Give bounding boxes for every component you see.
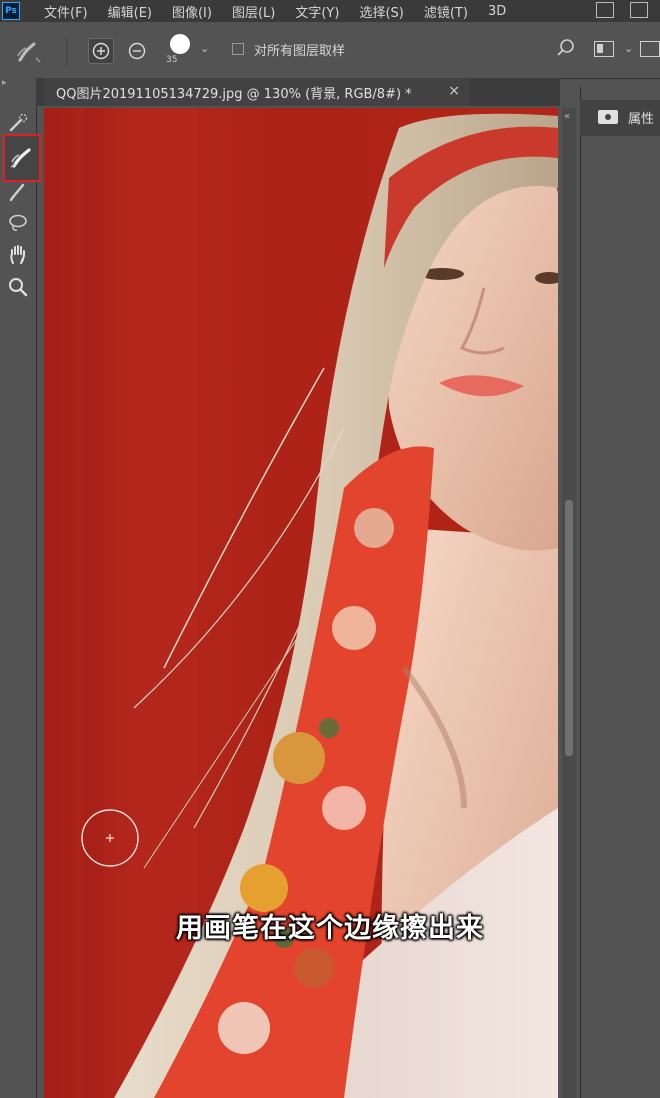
expand-detection-area-button[interactable]: [88, 38, 114, 64]
properties-panel-title: 属性: [628, 112, 655, 127]
close-icon[interactable]: ×: [448, 83, 460, 99]
menu-edit[interactable]: 编辑(E): [108, 2, 152, 21]
menu-select[interactable]: 选择(S): [359, 2, 403, 21]
search-icon[interactable]: [556, 38, 576, 62]
menu-file[interactable]: 文件(F): [44, 2, 88, 21]
share-icon[interactable]: [640, 41, 660, 57]
scrollbar-thumb[interactable]: [565, 500, 573, 756]
brush-preview-dot[interactable]: [170, 34, 190, 54]
sample-all-layers-label: 对所有图层取样: [254, 44, 346, 59]
sample-all-layers-checkbox[interactable]: [232, 43, 244, 55]
hand-icon: [10, 245, 25, 264]
menu-3d[interactable]: 3D: [488, 4, 506, 19]
plus-circle-icon: [92, 42, 110, 60]
quick-selection-icon: [9, 113, 28, 132]
menu-filter[interactable]: 滤镜(T): [424, 2, 468, 21]
brush-size-value: 35: [166, 55, 178, 65]
menu-image[interactable]: 图像(I): [172, 2, 212, 21]
brush-icon: [9, 183, 25, 202]
chevron-down-icon[interactable]: ⌄: [200, 42, 209, 55]
refine-edge-brush-tool[interactable]: [3, 134, 41, 182]
menu-type[interactable]: 文字(Y): [295, 2, 339, 21]
brush-tool[interactable]: [4, 178, 32, 204]
tool-preset-picker[interactable]: [14, 36, 44, 70]
photoshop-logo[interactable]: Ps: [2, 2, 20, 20]
document-tab[interactable]: QQ图片20191105134729.jpg @ 130% (背景, RGB/8…: [44, 78, 470, 106]
video-subtitle: 用画笔在这个边缘擦出来: [176, 913, 484, 944]
document-canvas[interactable]: [44, 108, 558, 1098]
panel-collapse-arrow-icon[interactable]: ▸: [2, 78, 7, 88]
zoom-icon: [9, 278, 28, 297]
tools-panel: ▸: [0, 78, 41, 1098]
menu-bar: Ps 文件(F) 编辑(E) 图像(I) 图层(L) 文字(Y) 选择(S) 滤…: [0, 0, 660, 22]
lasso-icon: [9, 214, 27, 231]
portrait-photo: [81, 108, 558, 1098]
erase-refinements-button[interactable]: [124, 38, 150, 64]
window-restore-button[interactable]: [596, 2, 614, 18]
quick-selection-tool[interactable]: [4, 110, 32, 136]
collapse-arrows-icon[interactable]: «: [564, 111, 570, 122]
window-close-button[interactable]: [630, 2, 648, 18]
properties-camera-icon: [598, 110, 618, 124]
refine-brush-icon: [17, 42, 41, 63]
menu-layer[interactable]: 图层(L): [232, 2, 275, 21]
workspace-chevron-down-icon[interactable]: ⌄: [624, 42, 633, 55]
minus-circle-icon: [128, 42, 146, 60]
zoom-tool[interactable]: [4, 274, 32, 300]
hand-tool[interactable]: [4, 242, 32, 268]
lasso-tool[interactable]: [4, 210, 32, 236]
options-bar: 35 ⌄ 对所有图层取样 ⌄: [0, 22, 660, 79]
right-panel-area: [580, 86, 660, 1098]
refine-edge-brush-icon: [10, 148, 31, 168]
document-tab-title: QQ图片20191105134729.jpg @ 130% (背景, RGB/8…: [56, 86, 412, 102]
workspace-icon[interactable]: [594, 41, 614, 57]
